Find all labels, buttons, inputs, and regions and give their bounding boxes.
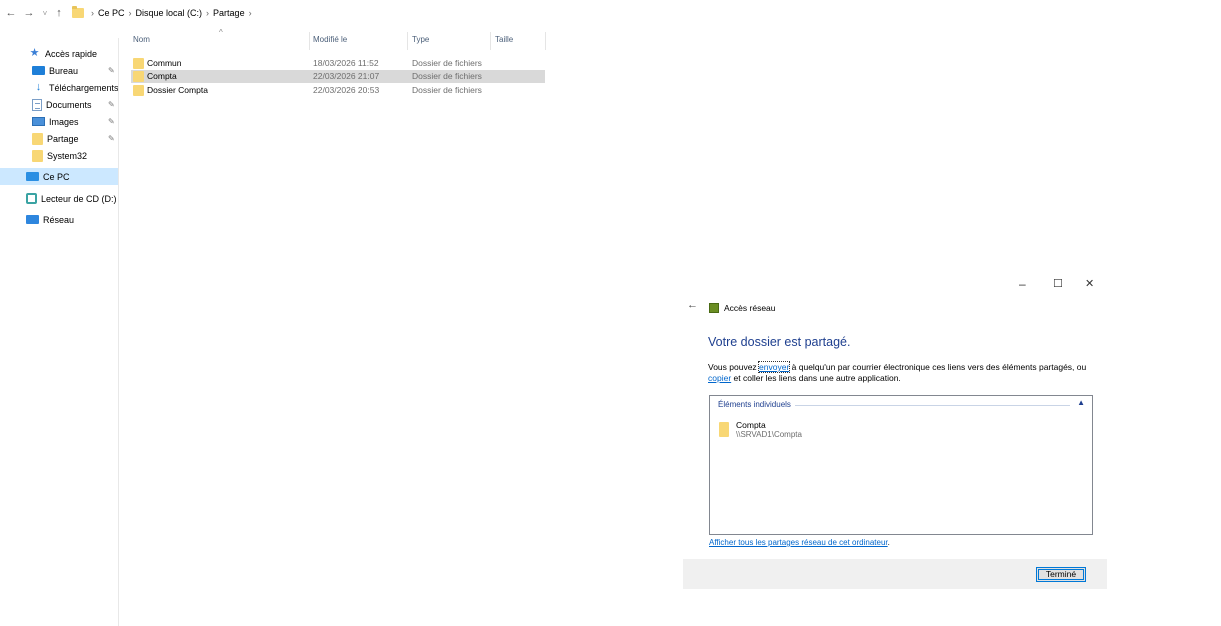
file-type: Dossier de fichiers (412, 58, 482, 68)
address-bar: ← → ˅ ↑ › Ce PC › Disque local (C:) › Pa… (0, 0, 1221, 26)
sidebar-item-label: Lecteur de CD (D:) Vi (41, 193, 118, 204)
network-access-dialog: – ☐ ✕ ← Accès réseau Votre dossier est p… (683, 277, 1107, 589)
download-icon: ↓ (35, 81, 42, 93)
table-row[interactable]: Commun 18/03/2026 11:52 Dossier de fichi… (131, 57, 545, 70)
close-button[interactable]: ✕ (1085, 277, 1094, 293)
dialog-description: Vous pouvez envoyer à quelqu'un par cour… (708, 361, 1098, 384)
breadcrumb-separator[interactable]: › (91, 8, 94, 18)
breadcrumb-separator[interactable]: › (129, 8, 132, 18)
network-icon (26, 215, 39, 224)
file-modified: 22/03/2026 20:53 (313, 85, 380, 95)
network-share-icon (709, 303, 719, 313)
back-arrow-icon[interactable]: ← (687, 299, 698, 311)
column-divider[interactable] (407, 32, 408, 50)
folder-icon (133, 71, 144, 82)
file-modified: 18/03/2026 11:52 (313, 58, 379, 68)
collapse-chevron-icon[interactable]: ▲ (1077, 398, 1085, 407)
shared-items-list[interactable]: Éléments individuels ▲ Compta \\SRVAD1\C… (709, 395, 1093, 535)
back-arrow-icon[interactable]: ← (4, 3, 18, 23)
recent-locations-chevron-icon[interactable]: ˅ (38, 3, 52, 23)
documents-icon (32, 98, 42, 111)
sidebar-item-images[interactable]: Images ✎ (0, 113, 118, 130)
dialog-footer: Terminé (683, 559, 1107, 589)
sidebar-item-partage[interactable]: Partage ✎ (0, 130, 118, 147)
folder-icon (32, 132, 43, 145)
breadcrumb-separator[interactable]: › (206, 8, 209, 18)
forward-arrow-icon[interactable]: → (22, 3, 36, 23)
sidebar-item-label: Accès rapide (45, 48, 98, 59)
minimize-button[interactable]: – (1019, 277, 1026, 293)
pin-icon[interactable]: ✎ (108, 100, 115, 109)
column-divider[interactable] (545, 32, 546, 50)
folder-icon (133, 85, 144, 96)
period: . (887, 538, 890, 547)
up-arrow-icon[interactable]: ↑ (52, 3, 66, 23)
send-link[interactable]: envoyer (758, 361, 791, 373)
column-header-type[interactable]: Type (412, 30, 492, 48)
done-button[interactable]: Terminé (1036, 567, 1086, 582)
shared-item-name[interactable]: Compta (736, 420, 766, 430)
description-text: à quelqu'un par courrier électronique ce… (789, 362, 1087, 372)
sidebar-item-bureau[interactable]: Bureau ✎ (0, 62, 118, 79)
computer-icon (26, 172, 39, 181)
copy-link[interactable]: copier (708, 373, 731, 383)
description-text: Vous pouvez (708, 362, 760, 372)
sidebar-item-cd-drive[interactable]: Lecteur de CD (D:) Vi (0, 190, 118, 207)
breadcrumb-partage[interactable]: Partage (213, 8, 245, 18)
column-header-size[interactable]: Taille (495, 30, 535, 48)
file-type: Dossier de fichiers (412, 85, 482, 95)
sidebar-item-label: Images (49, 116, 79, 127)
table-row[interactable]: Dossier Compta 22/03/2026 20:53 Dossier … (131, 84, 545, 97)
column-header-name[interactable]: Nom (133, 30, 303, 48)
sidebar-item-quick-access[interactable]: ★ Accès rapide (28, 45, 118, 62)
folder-icon (32, 149, 43, 162)
sidebar-item-label: System32 (47, 150, 88, 161)
column-divider[interactable] (309, 32, 310, 50)
column-header-modified[interactable]: Modifié le (313, 30, 403, 48)
file-type: Dossier de fichiers (412, 71, 482, 81)
shared-item-path[interactable]: \\SRVAD1\Compta (736, 430, 802, 439)
group-header-individual-items[interactable]: Éléments individuels (718, 400, 795, 409)
pictures-icon (32, 117, 45, 126)
sidebar-item-label: Ce PC (43, 171, 70, 182)
file-name: Compta (147, 71, 177, 81)
sidebar-item-label: Partage (47, 133, 79, 144)
desktop-icon (32, 66, 45, 75)
breadcrumb-local-disk[interactable]: Disque local (C:) (136, 8, 203, 18)
file-modified: 22/03/2026 21:07 (313, 71, 380, 81)
file-name: Commun (147, 58, 182, 68)
breadcrumb-separator[interactable]: › (249, 8, 252, 18)
folder-icon (719, 422, 729, 437)
pin-icon[interactable]: ✎ (108, 66, 115, 75)
sidebar-item-documents[interactable]: Documents ✎ (0, 96, 118, 113)
pin-icon[interactable]: ✎ (108, 134, 115, 143)
folder-icon (133, 58, 144, 69)
description-text: et coller les liens dans une autre appli… (731, 373, 901, 383)
star-icon: ★ (29, 47, 40, 59)
sidebar-item-label: Documents (46, 99, 92, 110)
breadcrumb-ce-pc[interactable]: Ce PC (98, 8, 125, 18)
folder-icon (72, 6, 84, 18)
maximize-button[interactable]: ☐ (1053, 277, 1063, 293)
sidebar-item-reseau[interactable]: Réseau (0, 211, 118, 228)
dialog-heading: Votre dossier est partagé. (708, 335, 851, 349)
sidebar-item-telechargements[interactable]: ↓ Téléchargements (0, 79, 118, 96)
file-name: Dossier Compta (147, 85, 208, 95)
sidebar-item-ce-pc[interactable]: Ce PC (0, 168, 118, 185)
sidebar-item-label: Téléchargements (49, 82, 118, 93)
pin-icon[interactable]: ✎ (108, 117, 115, 126)
sidebar-item-label: Réseau (43, 214, 75, 225)
navigation-pane: ★ Accès rapide Bureau ✎ ↓ Téléchargement… (0, 38, 119, 626)
show-all-shares-link[interactable]: Afficher tous les partages réseau de cet… (709, 538, 888, 547)
column-divider[interactable] (490, 32, 491, 50)
table-row[interactable]: Compta 22/03/2026 21:07 Dossier de fichi… (131, 70, 545, 83)
dialog-title: Accès réseau (724, 303, 776, 313)
sidebar-item-label: Bureau (49, 65, 79, 76)
cd-drive-icon (26, 193, 37, 204)
sidebar-item-system32[interactable]: System32 (0, 147, 118, 164)
all-shares-text: Afficher tous les partages réseau de cet… (709, 538, 890, 547)
